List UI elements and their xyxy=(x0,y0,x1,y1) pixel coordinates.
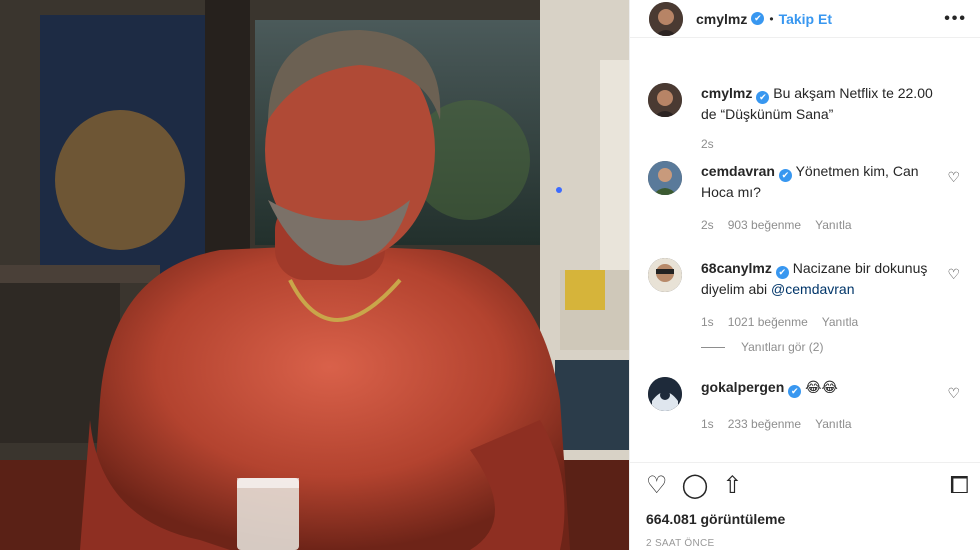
comment-like-icon[interactable]: ♡ xyxy=(947,169,960,186)
caption-time[interactable]: 2s xyxy=(701,137,714,151)
author-avatar[interactable] xyxy=(649,1,683,36)
comment-like-icon[interactable]: ♡ xyxy=(947,385,960,402)
comment-text: gokalpergen ✔ 😂😂 xyxy=(701,377,941,398)
comment-meta: 1s 1021 beğenme Yanıtla xyxy=(701,315,858,329)
mention-link[interactable]: @cemdavran xyxy=(771,281,854,297)
share-icon[interactable]: ⇧ xyxy=(722,473,742,499)
comment-username[interactable]: 68canylmz xyxy=(701,260,772,276)
comment-icon[interactable]: ◯ xyxy=(682,473,709,499)
caption-username[interactable]: cmylmz xyxy=(701,85,752,101)
comment-time[interactable]: 1s xyxy=(701,417,714,431)
post-photo xyxy=(0,0,629,550)
view-replies-button[interactable]: Yanıtları gör (2) xyxy=(701,340,823,354)
post-timestamp[interactable]: 2 SAAT ÖNCE xyxy=(646,538,715,549)
caption-text: cmylmz ✔ Bu akşam Netflix te 22.00 de “Dü… xyxy=(701,83,941,125)
comment-likes[interactable]: 233 beğenme xyxy=(728,417,801,431)
comment-text: cemdavran ✔ Yönetmen kim, Can Hoca mı? xyxy=(701,161,941,203)
separator-dot: • xyxy=(769,11,774,26)
post-actions: ♡ ◯ ⇧ ⧠ 664.081 görüntüleme 2 SAAT ÖNCE xyxy=(630,462,980,550)
comment-meta: 1s 233 beğenme Yanıtla xyxy=(701,417,852,431)
post-panel: cmylmz ✔ • Takip Et ••• cmylmz ✔ Bu akşam… xyxy=(629,0,980,550)
comment-username[interactable]: cemdavran xyxy=(701,163,775,179)
view-count[interactable]: 664.081 görüntüleme xyxy=(646,511,785,527)
comment-avatar[interactable] xyxy=(648,377,682,411)
post-media[interactable] xyxy=(0,0,629,550)
caption-meta: 2s xyxy=(701,137,714,151)
post-header: cmylmz ✔ • Takip Et ••• xyxy=(630,0,980,38)
reply-button[interactable]: Yanıtla xyxy=(822,315,858,329)
action-icons: ♡ ◯ ⇧ xyxy=(646,473,742,499)
verified-icon: ✔ xyxy=(775,266,789,279)
replies-divider xyxy=(701,346,725,348)
author-username[interactable]: cmylmz xyxy=(696,11,747,27)
verified-icon: ✔ xyxy=(778,169,792,182)
comment-likes[interactable]: 903 beğenme xyxy=(728,218,801,232)
follow-button[interactable]: Takip Et xyxy=(779,11,832,27)
verified-icon: ✔ xyxy=(788,385,802,398)
comment-meta: 2s 903 beğenme Yanıtla xyxy=(701,218,852,232)
caption-avatar[interactable] xyxy=(648,83,682,117)
comment-time[interactable]: 1s xyxy=(701,315,714,329)
like-icon[interactable]: ♡ xyxy=(646,473,668,499)
comment-avatar[interactable] xyxy=(648,161,682,195)
more-options-icon[interactable]: ••• xyxy=(944,10,967,28)
comment-like-icon[interactable]: ♡ xyxy=(947,266,960,283)
comment-username[interactable]: gokalpergen xyxy=(701,379,784,395)
comment-avatar[interactable] xyxy=(648,258,682,292)
verified-icon: ✔ xyxy=(756,91,770,104)
reply-button[interactable]: Yanıtla xyxy=(815,218,851,232)
view-replies-label: Yanıtları gör (2) xyxy=(741,340,824,354)
comment-time[interactable]: 2s xyxy=(701,218,714,232)
comment-text: 68canylmz ✔ Nacizane bir dokunuş diyelim … xyxy=(701,258,941,300)
comment-body: 😂😂 xyxy=(805,379,838,395)
verified-icon: ✔ xyxy=(751,12,765,25)
comment-likes[interactable]: 1021 beğenme xyxy=(728,315,808,329)
save-bookmark-icon[interactable]: ⧠ xyxy=(950,473,969,499)
reply-button[interactable]: Yanıtla xyxy=(815,417,851,431)
